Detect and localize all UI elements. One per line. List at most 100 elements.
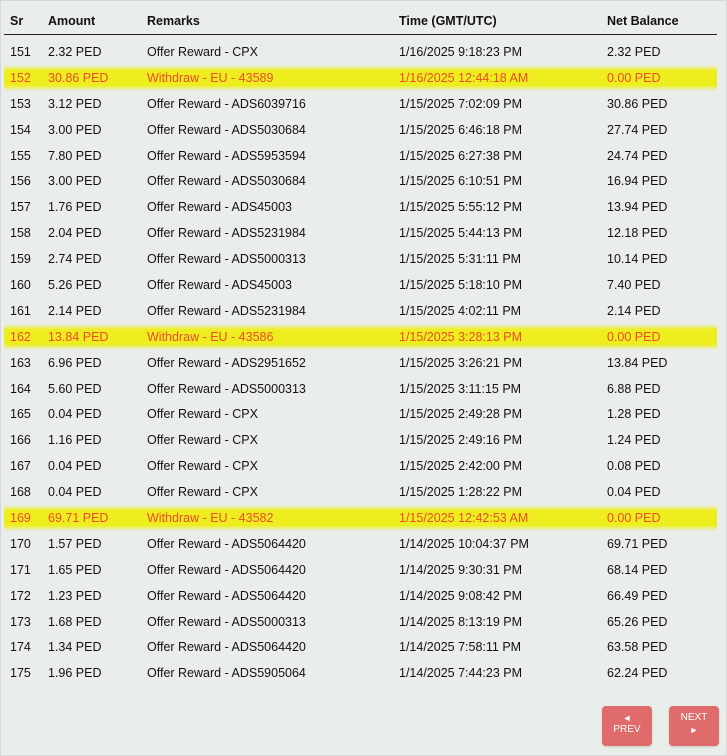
cell-net-balance: 30.86 PED: [607, 96, 668, 111]
cell-amount: 1.68 PED: [48, 614, 102, 629]
cell-sr: 153: [10, 96, 31, 111]
cell-net-balance: 13.94 PED: [607, 200, 668, 215]
cell-remarks: Offer Reward - CPX: [147, 459, 258, 474]
cell-net-balance: 0.08 PED: [607, 459, 661, 474]
cell-net-balance: 2.32 PED: [607, 44, 661, 59]
cell-remarks: Offer Reward - ADS2951652: [147, 355, 306, 370]
cell-amount: 13.84 PED: [48, 329, 109, 344]
cell-sr: 156: [10, 174, 31, 189]
cell-remarks: Offer Reward - CPX: [147, 407, 258, 422]
transactions-table: Sr Amount Remarks Time (GMT/UTC) Net Bal…: [4, 8, 717, 686]
cell-amount: 0.04 PED: [48, 459, 102, 474]
cell-remarks: Offer Reward - ADS5030684: [147, 122, 306, 137]
cell-time: 1/15/2025 5:55:12 PM: [399, 200, 523, 215]
header-remarks: Remarks: [147, 8, 399, 35]
cell-time: 1/15/2025 2:49:28 PM: [399, 407, 523, 422]
header-time: Time (GMT/UTC): [399, 8, 607, 35]
table-row: 151 2.32 PED Offer Reward - CPX 1/16/2025 9…: [4, 35, 717, 65]
cell-amount: 7.80 PED: [48, 148, 102, 163]
cell-sr: 159: [10, 252, 31, 267]
cell-time: 1/15/2025 3:26:21 PM: [399, 355, 523, 370]
table-row: 171 1.65 PED Offer Reward - ADS5064420 1/14…: [4, 557, 717, 583]
cell-remarks: Withdraw - EU - 43586: [147, 329, 274, 344]
cell-time: 1/15/2025 7:02:09 PM: [399, 96, 523, 111]
cell-net-balance: 63.58 PED: [607, 640, 668, 655]
header-sr: Sr: [4, 8, 48, 35]
prev-button[interactable]: ◄ PREV: [602, 706, 652, 746]
next-button[interactable]: NEXT ►: [669, 706, 719, 746]
cell-net-balance: 1.28 PED: [607, 407, 661, 422]
cell-remarks: Offer Reward - ADS6039716: [147, 96, 306, 111]
cell-amount: 5.60 PED: [48, 381, 102, 396]
cell-time: 1/15/2025 2:42:00 PM: [399, 459, 523, 474]
cell-time: 1/15/2025 1:28:22 PM: [399, 485, 523, 500]
cell-sr: 155: [10, 148, 31, 163]
cell-net-balance: 13.84 PED: [607, 355, 668, 370]
cell-remarks: Offer Reward - ADS5953594: [147, 148, 306, 163]
cell-sr: 170: [10, 536, 31, 551]
cell-remarks: Offer Reward - ADS5064420: [147, 640, 306, 655]
cell-sr: 152: [10, 70, 31, 85]
cell-net-balance: 66.49 PED: [607, 588, 668, 603]
cell-time: 1/15/2025 5:31:11 PM: [399, 252, 522, 267]
cell-amount: 2.32 PED: [48, 44, 102, 59]
cell-sr: 157: [10, 200, 31, 215]
cell-amount: 2.04 PED: [48, 226, 102, 241]
cell-sr: 172: [10, 588, 31, 603]
next-label: NEXT: [680, 712, 708, 723]
table-row: 165 0.04 PED Offer Reward - CPX 1/15/2025 2…: [4, 401, 717, 427]
cell-net-balance: 6.88 PED: [607, 381, 661, 396]
table-row: 155 7.80 PED Offer Reward - ADS5953594 1/15…: [4, 143, 717, 169]
prev-arrow-icon: ◄: [622, 713, 632, 723]
cell-remarks: Offer Reward - ADS45003: [147, 277, 292, 292]
table-row: 173 1.68 PED Offer Reward - ADS5000313 1/14…: [4, 609, 717, 635]
cell-time: 1/16/2025 12:44:18 AM: [399, 70, 529, 85]
cell-net-balance: 27.74 PED: [607, 122, 668, 137]
cell-sr: 169: [10, 510, 31, 525]
cell-net-balance: 69.71 PED: [607, 536, 668, 551]
table-row: 157 1.76 PED Offer Reward - ADS45003 1/15/2…: [4, 194, 717, 220]
cell-amount: 3.00 PED: [48, 122, 102, 137]
cell-sr: 174: [10, 640, 31, 655]
cell-time: 1/14/2025 9:08:42 PM: [399, 588, 523, 603]
cell-net-balance: 0.00 PED: [607, 510, 661, 525]
cell-sr: 154: [10, 122, 31, 137]
cell-sr: 165: [10, 407, 31, 422]
table-row: 172 1.23 PED Offer Reward - ADS5064420 1/14…: [4, 583, 717, 609]
cell-sr: 160: [10, 277, 31, 292]
cell-net-balance: 2.14 PED: [607, 303, 661, 318]
cell-sr: 163: [10, 355, 31, 370]
cell-net-balance: 1.24 PED: [607, 433, 661, 448]
cell-sr: 168: [10, 485, 31, 500]
cell-time: 1/15/2025 3:11:15 PM: [399, 381, 522, 396]
cell-net-balance: 16.94 PED: [607, 174, 668, 189]
cell-net-balance: 62.24 PED: [607, 666, 668, 681]
cell-amount: 1.76 PED: [48, 200, 102, 215]
cell-net-balance: 0.00 PED: [607, 329, 661, 344]
cell-remarks: Offer Reward - ADS5064420: [147, 588, 306, 603]
cell-sr: 158: [10, 226, 31, 241]
cell-sr: 162: [10, 329, 31, 344]
cell-sr: 164: [10, 381, 31, 396]
cell-amount: 1.16 PED: [48, 433, 102, 448]
table-row: 160 5.26 PED Offer Reward - ADS45003 1/15/2…: [4, 272, 717, 298]
cell-amount: 5.26 PED: [48, 277, 102, 292]
cell-time: 1/15/2025 2:49:16 PM: [399, 433, 523, 448]
cell-remarks: Offer Reward - ADS5905064: [147, 666, 306, 681]
cell-time: 1/15/2025 6:46:18 PM: [399, 122, 523, 137]
cell-remarks: Offer Reward - ADS5231984: [147, 226, 306, 241]
next-arrow-icon: ►: [689, 725, 699, 735]
cell-amount: 0.04 PED: [48, 485, 102, 500]
cell-amount: 1.23 PED: [48, 588, 102, 603]
prev-label: PREV: [613, 724, 641, 735]
cell-net-balance: 0.00 PED: [607, 70, 661, 85]
cell-amount: 0.04 PED: [48, 407, 102, 422]
cell-amount: 2.14 PED: [48, 303, 102, 318]
table-header-row: Sr Amount Remarks Time (GMT/UTC) Net Bal…: [4, 8, 717, 35]
cell-sr: 173: [10, 614, 31, 629]
table-row: 170 1.57 PED Offer Reward - ADS5064420 1/14…: [4, 531, 717, 557]
cell-time: 1/15/2025 6:27:38 PM: [399, 148, 523, 163]
table-row: 158 2.04 PED Offer Reward - ADS5231984 1/15…: [4, 220, 717, 246]
table-row: 153 3.12 PED Offer Reward - ADS6039716 1/15…: [4, 91, 717, 117]
table-row: 164 5.60 PED Offer Reward - ADS5000313 1/15…: [4, 376, 717, 402]
